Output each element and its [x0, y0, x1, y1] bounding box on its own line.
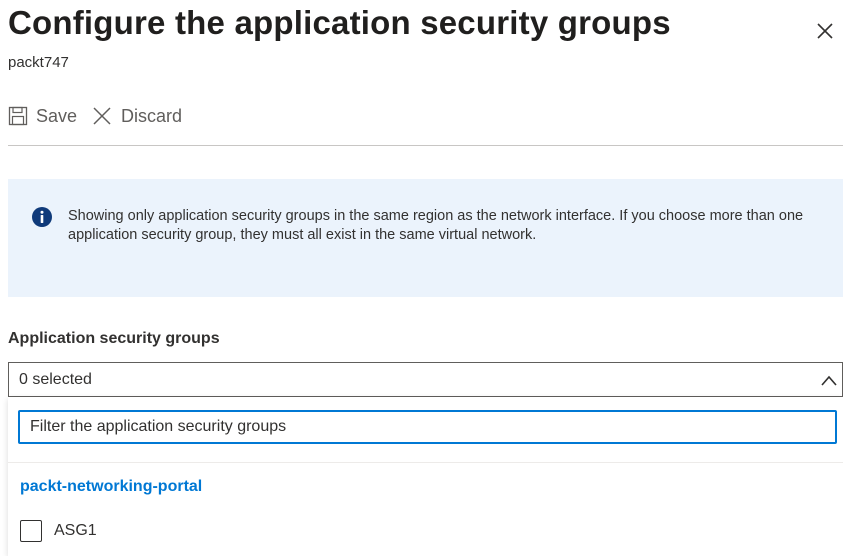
chevron-up-icon — [821, 375, 837, 386]
option-label: ASG1 — [54, 522, 97, 539]
asg-dropdown[interactable]: 0 selected — [8, 362, 843, 397]
close-icon — [93, 107, 111, 125]
group-header: packt-networking-portal — [20, 478, 203, 495]
list-divider — [8, 462, 843, 463]
security-groups-panel: Configure the application security group… — [0, 0, 843, 556]
save-button[interactable]: Save — [8, 106, 77, 127]
info-icon — [32, 207, 52, 227]
checkbox[interactable] — [20, 520, 42, 542]
dropdown-selected-value: 0 selected — [19, 371, 92, 388]
discard-button[interactable]: Discard — [91, 105, 182, 127]
filter-input[interactable] — [18, 410, 837, 444]
page-title: Configure the application security group… — [8, 4, 671, 41]
asg-field-label: Application security groups — [8, 330, 220, 347]
close-icon — [817, 23, 833, 39]
discard-label: Discard — [121, 105, 183, 126]
list-item[interactable]: ASG1 — [20, 520, 97, 542]
info-message: Showing only application security groups… — [68, 208, 804, 243]
close-button[interactable] — [812, 18, 838, 44]
page-subtitle: packt747 — [8, 54, 69, 71]
command-bar: Save Discard — [8, 100, 196, 132]
save-label: Save — [36, 105, 78, 126]
toolbar-divider — [8, 145, 843, 146]
save-icon — [8, 106, 28, 126]
